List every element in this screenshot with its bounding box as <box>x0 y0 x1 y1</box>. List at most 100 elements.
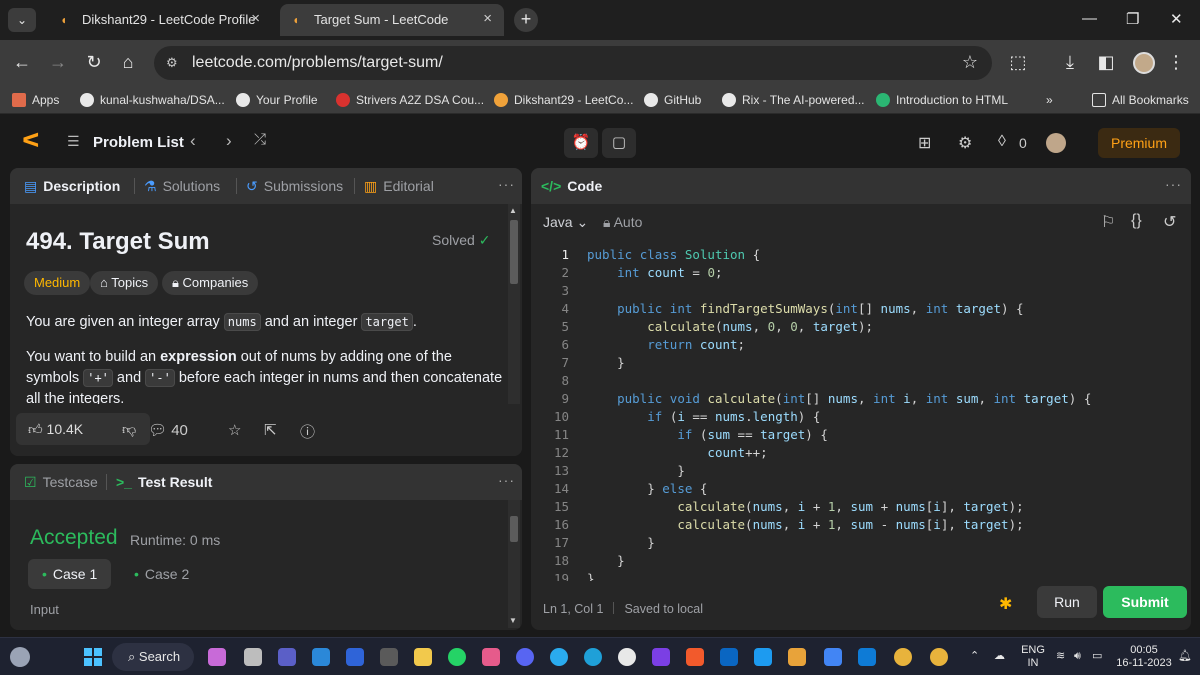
code-line[interactable]: 14 } else { <box>531 480 1191 498</box>
close-window-icon[interactable]: ✕ <box>1170 10 1183 28</box>
linkedin-icon[interactable] <box>720 648 738 666</box>
vscode-icon[interactable] <box>858 648 876 666</box>
code-line[interactable]: 15 calculate(nums, i + 1, sum + nums[i],… <box>531 498 1191 516</box>
brave-icon[interactable] <box>686 648 704 666</box>
tray-overflow-icon[interactable]: ⌃ <box>970 650 979 663</box>
tab-submissions[interactable]: ↺ Submissions <box>246 178 343 195</box>
code-line[interactable]: 8 <box>531 372 1191 390</box>
tab-solutions[interactable]: ⚗ Solutions <box>144 178 220 195</box>
case-2-tab[interactable]: • Case 2 <box>120 559 203 589</box>
chrome-icon[interactable] <box>894 648 912 666</box>
twitter-icon[interactable] <box>754 648 772 666</box>
like-button[interactable]: 👍︎ 10.4K <box>28 421 83 438</box>
format-braces-icon[interactable]: {} <box>1131 212 1142 230</box>
taskbar-search[interactable]: ⌕ Search <box>112 643 194 671</box>
code-line[interactable]: 5 calculate(nums, 0, 0, target); <box>531 318 1191 336</box>
code-editor[interactable]: 1 public class Solution {2 int count = 0;… <box>531 246 1191 581</box>
sublime-icon[interactable] <box>788 648 806 666</box>
clock[interactable]: 00:05 16-11-2023 <box>1115 644 1173 670</box>
back-icon[interactable]: ← <box>10 52 34 72</box>
extensions-icon[interactable]: ⬚ <box>1006 52 1030 72</box>
notification-bell-icon[interactable]: 🔔︎ <box>1178 650 1192 663</box>
next-problem-icon[interactable]: › <box>226 131 232 151</box>
chrome-profile-icon[interactable] <box>930 648 948 666</box>
edge-icon[interactable] <box>584 648 602 666</box>
more-options-icon[interactable]: ··· <box>498 472 515 488</box>
intellij-icon[interactable] <box>652 648 670 666</box>
app-icon[interactable] <box>380 648 398 666</box>
tab-description[interactable]: ▤ Description <box>24 178 120 195</box>
tab-search-chevron-icon[interactable]: ⌄ <box>8 8 36 32</box>
difficulty-badge[interactable]: Medium <box>24 271 91 295</box>
notes-icon[interactable]: ▢ <box>602 128 636 158</box>
streak-flame-icon[interactable]: ◊ <box>998 133 1006 151</box>
file-explorer-icon[interactable] <box>414 648 432 666</box>
tab-close-icon[interactable]: × <box>251 10 260 27</box>
favorite-star-icon[interactable]: ☆ <box>228 421 241 439</box>
bookmark-dsa-repo[interactable]: kunal-kushwaha/DSA... <box>80 93 225 107</box>
code-line[interactable]: 19} <box>531 570 1191 581</box>
premium-button[interactable]: Premium <box>1098 128 1180 158</box>
forward-icon[interactable]: → <box>46 52 70 72</box>
new-tab-button[interactable]: + <box>514 8 538 32</box>
comments-button[interactable]: 💬︎ 40 <box>148 421 188 439</box>
task-view-icon[interactable] <box>244 648 262 666</box>
browser-profile-avatar[interactable] <box>1133 52 1155 74</box>
scroll-thumb[interactable] <box>510 516 518 542</box>
scroll-thumb[interactable] <box>510 220 518 284</box>
site-info-icon[interactable]: ⚙ <box>166 55 178 71</box>
code-line[interactable]: 6 return count; <box>531 336 1191 354</box>
more-options-icon[interactable]: ··· <box>498 176 515 192</box>
side-panel-icon[interactable]: ◧ <box>1094 52 1118 72</box>
home-icon[interactable]: ⌂ <box>116 52 140 72</box>
wifi-icon[interactable]: ≋ <box>1056 650 1065 663</box>
prev-problem-icon[interactable]: ‹ <box>190 131 196 151</box>
bookmark-icon[interactable]: ⚐ <box>1101 212 1115 232</box>
code-line[interactable]: 16 calculate(nums, i + 1, sum - nums[i],… <box>531 516 1191 534</box>
shuffle-icon[interactable]: ⤮ <box>254 131 266 148</box>
submit-button[interactable]: Submit <box>1103 586 1187 618</box>
scroll-up-icon[interactable]: ▲ <box>509 206 517 215</box>
reload-icon[interactable]: ↻ <box>82 52 106 72</box>
companies-chip[interactable]: 🔒︎ Companies <box>162 271 259 295</box>
share-icon[interactable]: ⇱ <box>264 421 277 439</box>
tab-editorial[interactable]: ▥ Editorial <box>364 178 434 195</box>
download-icon[interactable]: ⤓ <box>1058 52 1082 72</box>
discord-icon[interactable] <box>516 648 534 666</box>
code-line[interactable]: 17 } <box>531 534 1191 552</box>
github-desktop-icon[interactable] <box>618 648 636 666</box>
user-avatar[interactable] <box>1046 133 1066 153</box>
code-line[interactable]: 11 if (sum == target) { <box>531 426 1191 444</box>
browser-tab-target-sum[interactable]: ◖ Target Sum - LeetCode × <box>280 4 504 36</box>
docs-icon[interactable] <box>824 648 842 666</box>
code-line[interactable]: 12 count++; <box>531 444 1191 462</box>
widgets-app-icon[interactable] <box>208 648 226 666</box>
whatsapp-icon[interactable] <box>448 648 466 666</box>
reset-code-icon[interactable]: ↺ <box>1163 212 1176 232</box>
more-options-icon[interactable]: ··· <box>1165 176 1182 192</box>
code-line[interactable]: 3 <box>531 282 1191 300</box>
language-indicator[interactable]: ENG IN <box>1020 644 1046 670</box>
code-line[interactable]: 2 int count = 0; <box>531 264 1191 282</box>
language-select[interactable]: Java ⌄ <box>543 214 588 231</box>
case-1-tab[interactable]: • Case 1 <box>28 559 112 589</box>
telegram-icon[interactable] <box>550 648 568 666</box>
app-icon[interactable] <box>346 648 364 666</box>
battery-icon[interactable]: ▭ <box>1092 650 1102 663</box>
bookmarks-overflow-icon[interactable]: » <box>1046 93 1053 107</box>
timer-icon[interactable]: ⏰ <box>564 128 598 158</box>
restore-icon[interactable]: ❐ <box>1126 10 1139 28</box>
tab-test-result[interactable]: >_ Test Result <box>116 474 212 490</box>
volume-icon[interactable]: 🔊︎ <box>1074 650 1081 663</box>
bookmark-star-icon[interactable]: ☆ <box>962 52 978 73</box>
start-windows-icon[interactable] <box>84 648 102 666</box>
bookmark-apps[interactable]: Apps <box>12 93 59 107</box>
bookmark-strivers[interactable]: Strivers A2Z DSA Cou... <box>336 93 484 107</box>
scroll-down-icon[interactable]: ▼ <box>509 616 517 625</box>
address-bar[interactable]: ⚙ leetcode.com/problems/target-sum/ ☆ <box>154 46 992 80</box>
code-line[interactable]: 9 public void calculate(int[] nums, int … <box>531 390 1191 408</box>
test-scrollbar[interactable]: ▼ <box>508 500 520 628</box>
leetcode-logo-icon[interactable]: ᐸ <box>22 131 42 151</box>
thumbs-down-icon[interactable]: 👎︎ <box>122 421 136 438</box>
network-tray-icon[interactable]: ☁ <box>994 650 1005 663</box>
